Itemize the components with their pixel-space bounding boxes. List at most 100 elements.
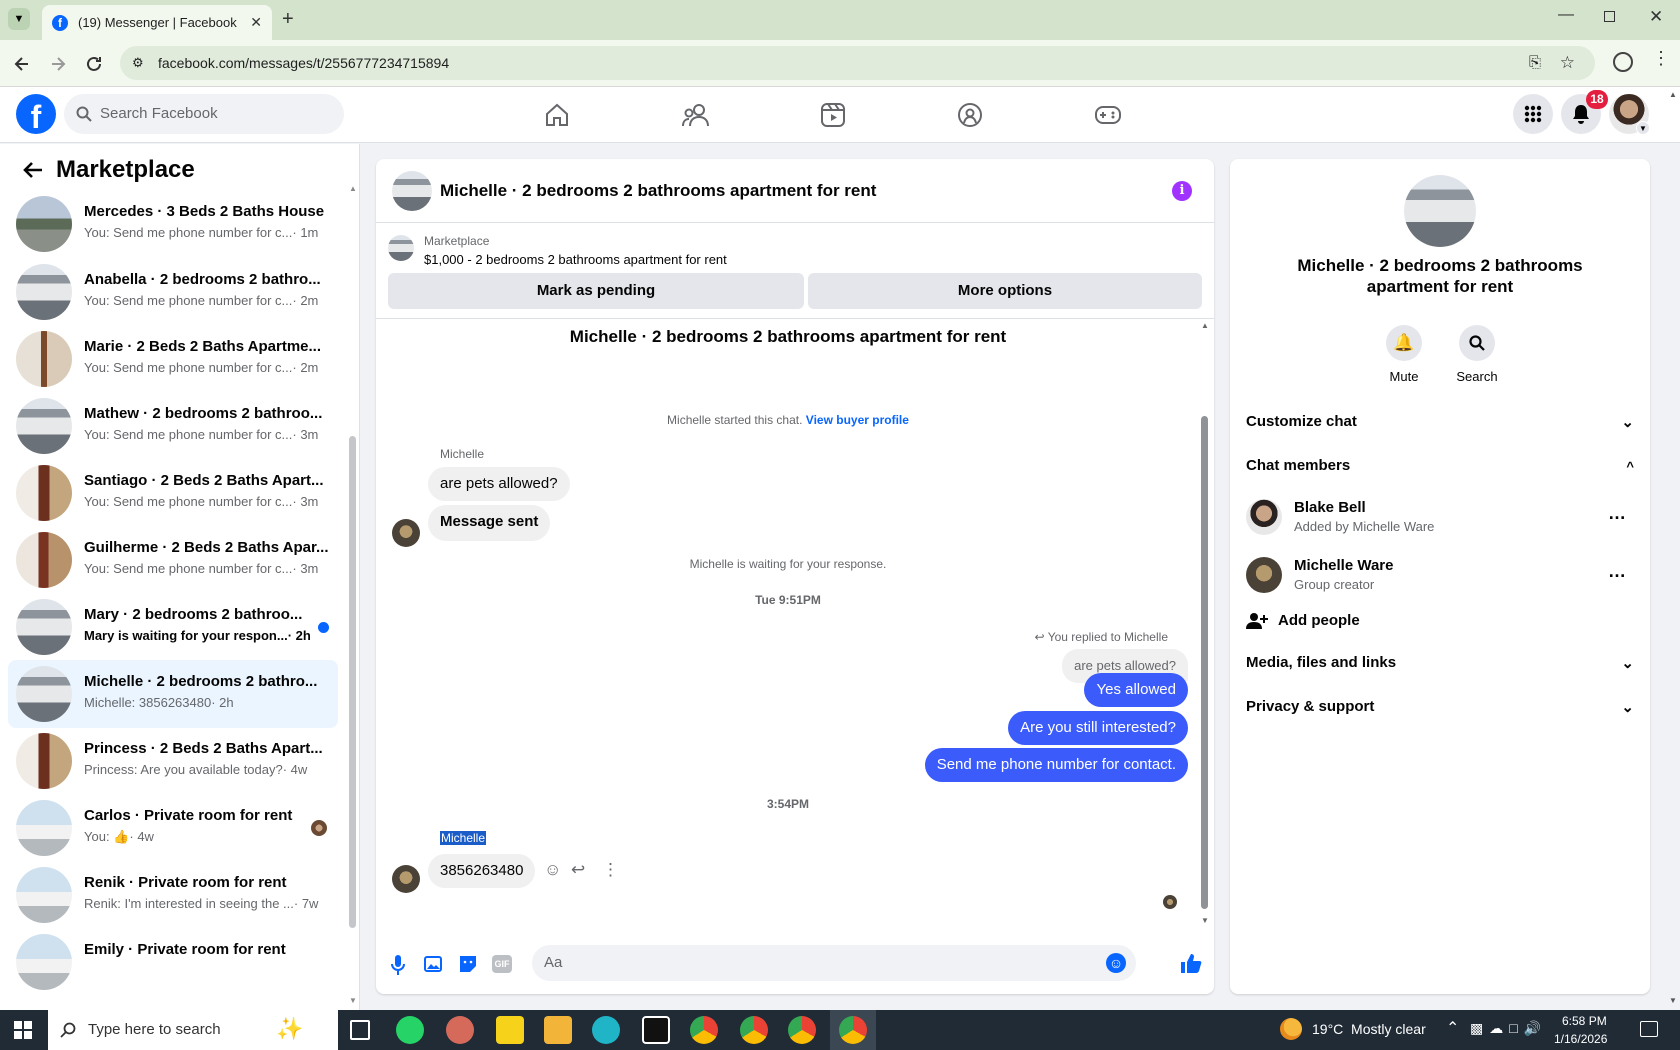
home-icon[interactable]: [544, 102, 570, 128]
chrome-menu-icon[interactable]: ⋮: [1652, 48, 1670, 69]
chrome-icon[interactable]: [788, 1016, 816, 1044]
member-row[interactable]: Blake Bell Added by Michelle Ware …: [1246, 495, 1634, 539]
chrome-icon[interactable]: [690, 1016, 718, 1044]
canva-icon[interactable]: [592, 1016, 620, 1044]
close-tab-icon[interactable]: ✕: [250, 14, 262, 31]
scroll-up-arrow-icon[interactable]: ▲: [349, 184, 357, 193]
scroll-thumb[interactable]: [1201, 416, 1208, 909]
conversation-item[interactable]: Guilherme · 2 Beds 2 Baths Apar... You: S…: [8, 526, 338, 594]
whatsapp-icon[interactable]: [396, 1016, 424, 1044]
back-icon[interactable]: [12, 54, 32, 74]
conversation-item[interactable]: Santiago · 2 Beds 2 Baths Apart... You: S…: [8, 459, 338, 527]
new-tab-icon[interactable]: +: [282, 8, 294, 31]
scroll-thumb[interactable]: [349, 436, 356, 928]
listing-thumbnail[interactable]: [388, 235, 414, 261]
more-actions-icon[interactable]: ⋮: [602, 860, 619, 880]
address-bar[interactable]: ⚙ facebook.com/messages/t/25567772347158…: [120, 46, 1595, 80]
tray-chevron-icon[interactable]: ⌃: [1446, 1018, 1459, 1038]
incoming-message[interactable]: Message sent: [428, 505, 551, 541]
conversation-item[interactable]: Mathew · 2 bedrooms 2 bathroo... You: Sen…: [8, 392, 338, 460]
video-icon[interactable]: [820, 102, 846, 128]
incoming-message[interactable]: are pets allowed?: [428, 467, 570, 501]
app-icon[interactable]: [446, 1016, 474, 1044]
conversation-item[interactable]: Michelle · 2 bedrooms 2 bathro... Michell…: [8, 660, 338, 728]
page-scroll-down-icon[interactable]: ▼: [1669, 996, 1677, 1005]
reload-icon[interactable]: [84, 54, 104, 74]
outgoing-message[interactable]: Yes allowed: [1084, 673, 1188, 707]
mark-pending-button[interactable]: Mark as pending: [388, 273, 804, 309]
conversation-item[interactable]: Princess · 2 Beds 2 Baths Apart... Prince…: [8, 727, 338, 795]
view-buyer-profile-link[interactable]: View buyer profile: [806, 413, 909, 427]
conversation-item[interactable]: Anabella · 2 bedrooms 2 bathro... You: Se…: [8, 258, 338, 326]
member-options-icon[interactable]: …: [1608, 503, 1626, 524]
tab-search-icon[interactable]: ▼: [8, 8, 30, 30]
more-options-button[interactable]: More options: [808, 273, 1202, 309]
clock-time[interactable]: 6:58 PM: [1562, 1014, 1607, 1028]
taskbar-search-box[interactable]: Type here to search ✨: [48, 1010, 338, 1050]
react-emoji-icon[interactable]: ☺: [544, 860, 561, 880]
list-scrollbar[interactable]: ▲ ▼: [349, 184, 357, 1010]
member-row[interactable]: Michelle Ware Group creator …: [1246, 553, 1634, 597]
tray-icons[interactable]: ▩☁□🔊: [1470, 1020, 1547, 1037]
profile-icon[interactable]: [1613, 52, 1633, 72]
outgoing-message[interactable]: Send me phone number for contact.: [924, 748, 1188, 782]
friends-icon[interactable]: [682, 102, 710, 128]
listing-line[interactable]: $1,000 - 2 bedrooms 2 bathrooms apartmen…: [424, 252, 727, 267]
outgoing-message[interactable]: Are you still interested?: [1008, 711, 1188, 745]
member-options-icon[interactable]: …: [1608, 561, 1626, 582]
page-scroll-up-icon[interactable]: ▲: [1669, 90, 1677, 99]
add-people-button[interactable]: Add people: [1246, 609, 1634, 637]
windows-start-icon[interactable]: [14, 1021, 32, 1039]
install-icon[interactable]: ⎘: [1529, 46, 1541, 80]
back-arrow-icon[interactable]: [22, 160, 44, 180]
account-chevron-icon[interactable]: ▼: [1636, 121, 1650, 135]
microphone-icon[interactable]: [390, 954, 406, 976]
sticky-notes-icon[interactable]: [496, 1016, 524, 1044]
weather-icon[interactable]: [1280, 1018, 1302, 1040]
thread-scrollbar[interactable]: ▲ ▼: [1200, 319, 1210, 931]
facebook-logo[interactable]: f: [16, 94, 56, 135]
reply-icon[interactable]: ↩: [571, 860, 585, 880]
restore-icon[interactable]: [1604, 11, 1615, 22]
conversation-item[interactable]: Mercedes · 3 Beds 2 Baths House You: Send…: [8, 190, 338, 258]
menu-grid-button[interactable]: [1513, 94, 1553, 134]
chat-title[interactable]: Michelle · 2 bedrooms 2 bathrooms apartm…: [440, 181, 876, 201]
capcut-icon[interactable]: [642, 1016, 670, 1044]
sender-avatar[interactable]: [392, 519, 420, 547]
scroll-down-arrow-icon[interactable]: ▼: [349, 996, 357, 1005]
message-input[interactable]: Aa ☺: [532, 945, 1136, 981]
groups-icon[interactable]: [957, 102, 983, 128]
conversation-item[interactable]: Mary · 2 bedrooms 2 bathroo... Mary is wa…: [8, 593, 338, 661]
mute-button[interactable]: 🔔 Mute: [1384, 325, 1424, 384]
task-view-icon[interactable]: [350, 1020, 370, 1040]
weather-text[interactable]: 19°C Mostly clear: [1312, 1021, 1426, 1037]
file-explorer-icon[interactable]: [544, 1016, 572, 1044]
close-window-icon[interactable]: ✕: [1649, 7, 1663, 27]
sender-avatar[interactable]: [392, 865, 420, 893]
gaming-icon[interactable]: [1094, 104, 1122, 126]
photo-icon[interactable]: [424, 954, 444, 974]
conversation-item[interactable]: Renik · Private room for rent Renik: I'm …: [8, 861, 338, 929]
emoji-icon[interactable]: ☺: [1106, 953, 1126, 973]
conversation-item[interactable]: Emily · Private room for rent: [8, 928, 338, 996]
search-in-chat-button[interactable]: Search: [1452, 325, 1502, 384]
privacy-support-row[interactable]: Privacy & support ⌄: [1246, 698, 1634, 716]
conversation-item[interactable]: Marie · 2 Beds 2 Baths Apartme... You: Se…: [8, 325, 338, 393]
sticker-icon[interactable]: [458, 954, 478, 974]
thumbs-up-icon[interactable]: [1180, 952, 1202, 974]
active-app-highlight[interactable]: [830, 1010, 876, 1050]
search-facebook-input[interactable]: Search Facebook: [64, 94, 344, 134]
bookmark-star-icon[interactable]: ☆: [1560, 46, 1575, 80]
clock-date[interactable]: 1/16/2026: [1554, 1032, 1607, 1046]
forward-icon[interactable]: [48, 54, 68, 74]
conversation-photo[interactable]: [1404, 175, 1476, 247]
scroll-up-arrow-icon[interactable]: ▲: [1201, 321, 1209, 330]
site-info-icon[interactable]: ⚙: [132, 46, 144, 80]
chat-avatar[interactable]: [392, 171, 432, 211]
notification-center-icon[interactable]: [1640, 1021, 1658, 1037]
chat-members-row[interactable]: Chat members ^: [1246, 457, 1634, 474]
gif-icon[interactable]: GIF: [492, 955, 512, 973]
scroll-down-arrow-icon[interactable]: ▼: [1201, 916, 1209, 925]
minimize-icon[interactable]: —: [1558, 6, 1574, 24]
conversation-item[interactable]: Carlos · Private room for rent You: 👍· 4w: [8, 794, 338, 862]
